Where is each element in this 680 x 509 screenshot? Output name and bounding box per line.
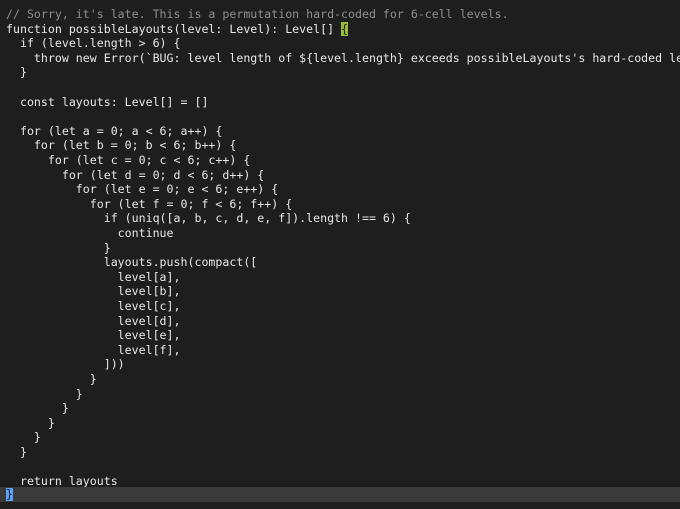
code-line: for (let b = 0; b < 6; b++) { xyxy=(6,138,237,153)
code-line: } xyxy=(6,445,27,459)
code-editor[interactable]: // Sorry, it's late. This is a permutati… xyxy=(0,0,680,509)
code-line: for (let e = 0; e < 6; e++) { xyxy=(6,182,279,197)
code-line: level[e], xyxy=(6,328,181,343)
code-line: for (let c = 0; c < 6; c++) { xyxy=(6,153,251,167)
code-line-text: function possibleLayouts(level: Level): … xyxy=(6,21,342,36)
code-line: if (level.length > 6) { xyxy=(6,36,181,51)
code-line: for (let d = 0; d < 6; d++) { xyxy=(6,167,265,182)
text-cursor: } xyxy=(6,488,13,501)
code-line: // Sorry, it's late. This is a permutati… xyxy=(6,7,509,21)
code-line: continue xyxy=(6,226,174,240)
code-line: } xyxy=(6,372,97,386)
matching-brace-highlight: { xyxy=(341,21,349,36)
code-line: if (uniq([a, b, c, d, e, f]).length !== … xyxy=(6,211,411,226)
code-line: layouts.push(compact([ xyxy=(6,255,258,270)
code-line: level[c], xyxy=(6,299,181,313)
code-line: level[d], xyxy=(6,313,181,328)
code-line: } xyxy=(6,401,69,416)
code-line: function possibleLayouts(level: Level): … xyxy=(6,21,349,37)
code-line: } xyxy=(6,415,55,430)
code-line: ])) xyxy=(6,357,125,372)
code-line: } xyxy=(6,65,27,80)
code-line: for (let a = 0; a < 6; a++) { xyxy=(6,123,223,138)
code-line: } xyxy=(6,386,83,401)
code-line: level[f], xyxy=(6,342,181,357)
code-line: } xyxy=(6,430,41,445)
code-line: } xyxy=(6,240,111,255)
code-line: for (let f = 0; f < 6; f++) { xyxy=(6,196,293,211)
code-line: throw new Error(`BUG: level length of ${… xyxy=(6,50,680,65)
code-line: const layouts: Level[] = [] xyxy=(6,94,209,109)
code-line-active[interactable]: }} xyxy=(0,487,680,502)
code-line: level[b], xyxy=(6,284,181,299)
code-line: level[a], xyxy=(6,269,181,284)
